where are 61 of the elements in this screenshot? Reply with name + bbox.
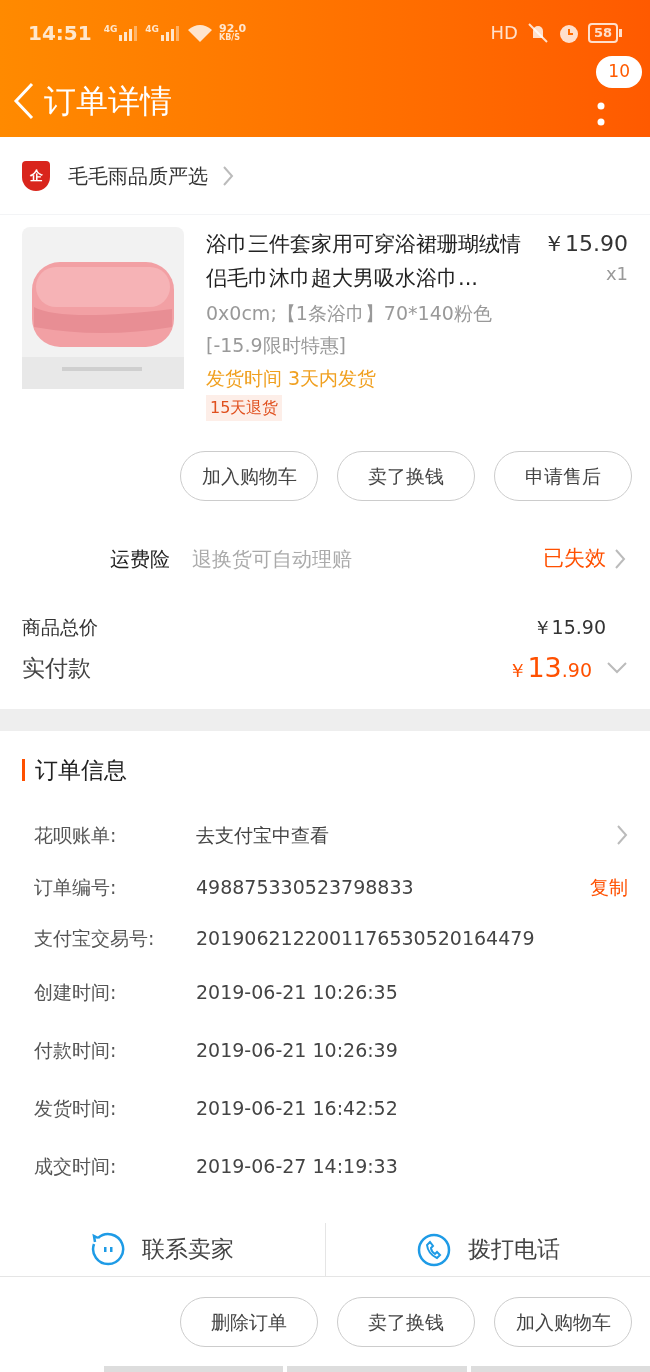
promo-text: [-15.9限时特惠] xyxy=(206,333,347,358)
hd-label: HD xyxy=(490,21,518,45)
chat-icon xyxy=(90,1231,127,1268)
notification-badge: 10 xyxy=(596,56,642,88)
store-logo: 企 xyxy=(22,160,50,191)
info-value: 2019-06-21 16:42:52 xyxy=(196,1095,399,1121)
network-label: 4G xyxy=(145,24,159,34)
status-time: 14:51 xyxy=(28,19,92,47)
paid-label: 实付款 xyxy=(22,653,92,683)
info-value[interactable]: 去支付宝中查看 xyxy=(196,820,616,850)
info-value: 2019-06-27 14:19:33 xyxy=(196,1153,399,1179)
insurance-label: 运费险 xyxy=(110,546,170,573)
amount-decimal: .90 xyxy=(561,657,592,683)
phone-icon xyxy=(415,1231,452,1268)
contact-button[interactable]: 联系卖家 xyxy=(0,1223,325,1276)
currency-symbol: ￥ xyxy=(508,657,528,683)
section-title: 订单信息 xyxy=(35,755,127,785)
action-button[interactable]: 删除订单 xyxy=(180,1297,318,1347)
total-value: ￥15.90 xyxy=(532,614,606,640)
product-price: ￥15.90 xyxy=(543,230,628,258)
network-label: 4G xyxy=(103,24,118,34)
info-label: 花呗账单: xyxy=(34,822,118,848)
action-button[interactable]: 卖了换钱 xyxy=(337,1297,475,1347)
signal-icon xyxy=(161,24,179,41)
info-value: 498875330523798833 xyxy=(196,874,415,900)
battery-level: 58 xyxy=(587,22,618,43)
total-label: 商品总价 xyxy=(22,614,98,640)
info-label: 成交时间: xyxy=(34,1153,118,1179)
info-value: 2019-06-21 10:26:35 xyxy=(196,979,399,1005)
status-text: 已失效 xyxy=(543,545,606,573)
info-value: 2019-06-21 10:26:39 xyxy=(196,1037,399,1063)
action-button[interactable]: 加入购物车 xyxy=(180,451,318,501)
contact-button[interactable]: 拨打电话 xyxy=(324,1223,650,1276)
chevron-icon[interactable] xyxy=(616,824,628,846)
insurance-description: 退换货可自动理赔 xyxy=(192,546,353,573)
mute-icon xyxy=(525,21,550,44)
back-icon[interactable] xyxy=(12,81,36,121)
action-button[interactable]: 加入购物车 xyxy=(494,1297,632,1347)
info-label: 创建时间: xyxy=(34,979,118,1005)
chevron-icon[interactable] xyxy=(222,164,234,187)
action-button[interactable]: 卖了换钱 xyxy=(337,451,475,501)
chevron-icon xyxy=(614,548,626,570)
info-label: 订单编号: xyxy=(34,874,118,900)
expand-icon[interactable] xyxy=(606,661,628,675)
wifi-icon xyxy=(187,22,213,43)
amount-integer: 13 xyxy=(527,650,562,685)
info-label: 发货时间: xyxy=(34,1095,118,1121)
return-tag: 15天退货 xyxy=(206,395,283,421)
info-value: 2019062122001176530520164479 xyxy=(196,925,536,951)
page-title: 订单详情 xyxy=(44,81,172,122)
network-speed: 92.0 xyxy=(219,23,247,34)
shipping-time: 发货时间 3天内发货 xyxy=(206,366,378,391)
action-button[interactable]: 申请售后 xyxy=(494,451,632,501)
info-label: 付款时间: xyxy=(34,1037,118,1063)
product-spec: 0x0cm;【1条浴巾】70*140粉色 xyxy=(206,301,493,326)
speed-unit: KB/S xyxy=(219,34,240,42)
info-label: 支付宝交易号: xyxy=(34,925,156,951)
store-name[interactable]: 毛毛雨品质严选 xyxy=(68,160,208,191)
product-title[interactable]: 浴巾三件套家用可穿浴裙珊瑚绒情侣毛巾沐巾超大男吸水浴巾... xyxy=(206,227,537,295)
signal-icon xyxy=(119,24,138,41)
product-quantity: x1 xyxy=(605,262,628,286)
